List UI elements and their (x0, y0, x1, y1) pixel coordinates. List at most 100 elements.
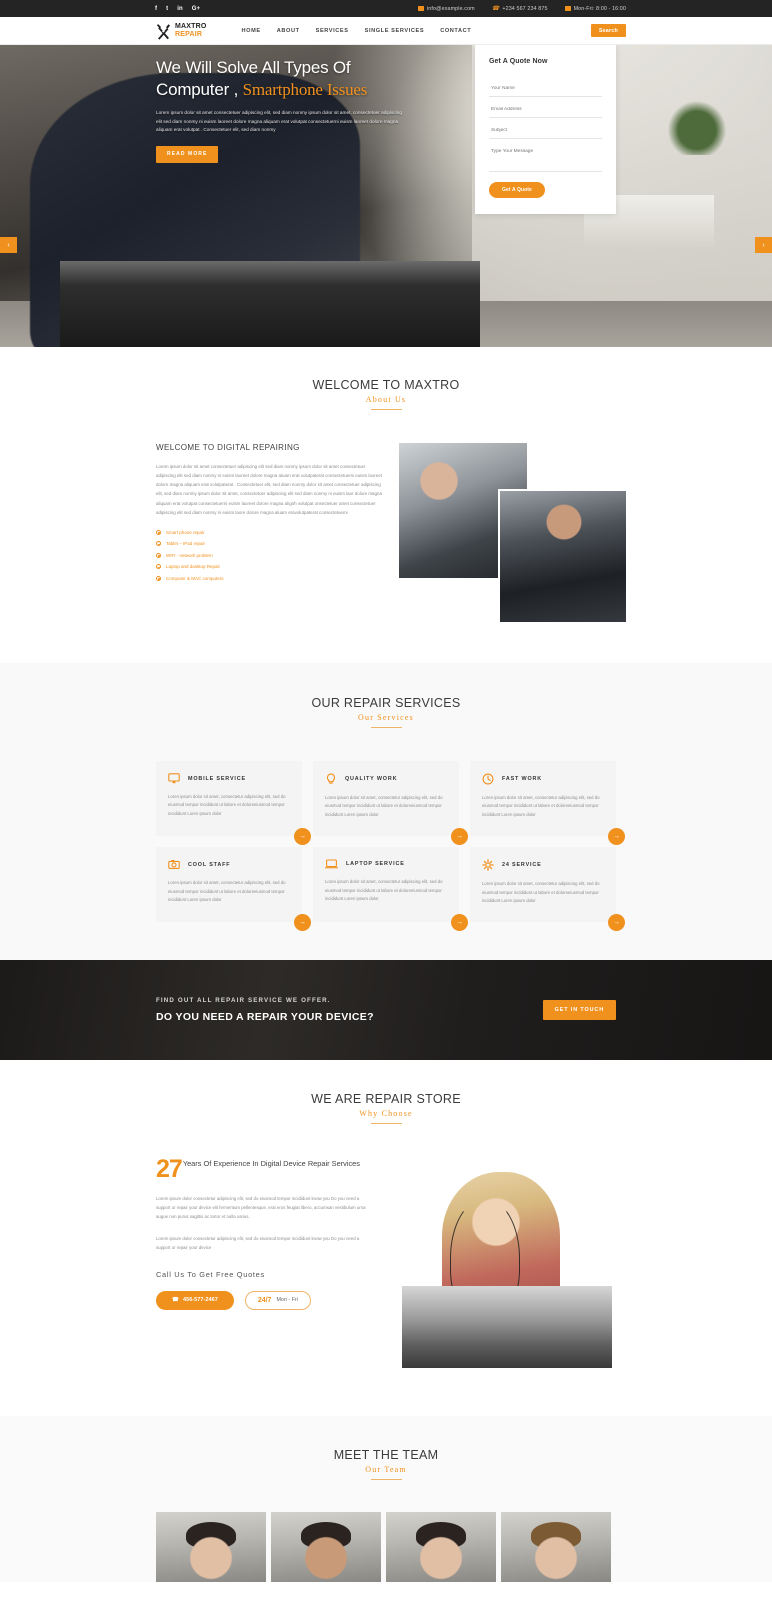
heading-rule (370, 727, 402, 728)
get-in-touch-button[interactable]: GET IN TOUCH (542, 1000, 616, 1021)
why-heading: WE ARE REPAIR STORE Why Choose (156, 1092, 616, 1125)
name-input[interactable] (489, 80, 602, 97)
get-a-quote-button[interactable]: Get A Quote (489, 182, 545, 198)
team-member-card[interactable] (386, 1512, 496, 1583)
monitor-icon (168, 773, 180, 784)
service-card-arrow-button[interactable]: → (608, 828, 625, 846)
services-heading-small: Our Services (358, 713, 414, 722)
service-card-arrow-button[interactable]: → (451, 914, 468, 932)
social-links: f t in G+ (155, 6, 200, 12)
about-images (399, 443, 628, 624)
why-heading-small: Why Choose (359, 1109, 413, 1119)
years-number: 27 (156, 1155, 183, 1184)
logo-line1: MAXTRO (175, 23, 207, 30)
avatar (501, 1512, 611, 1583)
cta-banner: FIND OUT ALL REPAIR SERVICE WE OFFER. DO… (0, 960, 772, 1061)
phone-icon: ☎ (172, 1297, 179, 1304)
why-choose-section: WE ARE REPAIR STORE Why Choose 27 Years … (0, 1060, 772, 1417)
nav-item-services[interactable]: SERVICES (316, 28, 349, 34)
team-member-card[interactable] (501, 1512, 611, 1583)
why-image (384, 1158, 616, 1376)
message-input[interactable] (489, 143, 602, 172)
list-item[interactable]: Laptop and dasktop Repair (156, 564, 382, 570)
nav-item-single-services[interactable]: SINGLE SERVICES (365, 28, 425, 34)
nav-item-contact[interactable]: CONTACT (440, 28, 471, 34)
team-section: MEET THE TEAM Our Team (0, 1416, 772, 1583)
google-plus-icon[interactable]: G+ (192, 6, 200, 12)
phone-info[interactable]: ☎ +234 567 234 875 (492, 6, 548, 12)
hero-content: We Will Solve All Types Of Computer , Sm… (156, 45, 616, 214)
quote-form: Get A Quote Now Get A Quote (475, 45, 616, 214)
twitter-icon[interactable]: t (166, 6, 168, 12)
about-heading-small: About Us (365, 395, 407, 404)
why-text-column: 27 Years Of Experience In Digital Device… (156, 1155, 370, 1376)
page-root: f t in G+ info@example.com ☎ +234 567 23… (0, 0, 772, 1583)
team-member-card[interactable] (271, 1512, 381, 1583)
linkedin-icon[interactable]: in (177, 6, 183, 12)
email-info[interactable]: info@example.com (417, 6, 475, 12)
avatar-hair (531, 1522, 581, 1549)
hero-plant (668, 93, 726, 155)
hero-desk (60, 261, 480, 347)
service-card-text: Loren ipsum dolor sit amet, consectetur … (325, 879, 443, 901)
subject-input[interactable] (489, 122, 602, 139)
service-card-arrow-button[interactable]: → (608, 914, 625, 932)
service-card-title: MOBILE SERVICE (188, 775, 246, 782)
hours-badge-label: Mon - Fri (276, 1297, 299, 1304)
service-card-fast-work[interactable]: FAST WORK Loren ipsum dolor sit amet, co… (470, 761, 625, 846)
service-card-24-service[interactable]: 24 SERVICE Loren ipsum dolor sit amet, c… (470, 847, 625, 932)
years-text: Years Of Experience In Digital Device Re… (182, 1159, 360, 1169)
hero-title-line2: Computer , (156, 80, 239, 100)
laptop-icon (325, 859, 338, 869)
services-heading: OUR REPAIR SERVICES Our Services (156, 696, 616, 728)
about-section: WELCOME TO MAXTRO About Us WELCOME TO DI… (0, 347, 772, 663)
nav-item-about[interactable]: ABOUT (277, 28, 300, 34)
lightbulb-icon (325, 773, 337, 785)
top-bar: f t in G+ info@example.com ☎ +234 567 23… (0, 0, 772, 17)
search-button[interactable]: Search (590, 24, 626, 37)
service-card-cool-staff[interactable]: COOL STAFF Loren ipsum dolor sit amet, c… (156, 847, 311, 932)
service-card-title: 24 SERVICE (502, 862, 542, 869)
service-card-laptop-service[interactable]: LAPTOP SERVICE Loren ipsum dolor sit ame… (313, 847, 468, 932)
service-card-text: Loren ipsum dolor sit amet, consectetur … (168, 794, 286, 816)
list-item[interactable]: Computer & MAC computers (156, 575, 382, 581)
service-card-arrow-button[interactable]: → (451, 828, 468, 846)
heading-rule (370, 1123, 402, 1125)
service-card-text: Loren ipsum dolor sit amet, consectetur … (325, 795, 443, 817)
logo-text: MAXTRO REPAIR (175, 23, 207, 38)
years-experience: 27 Years Of Experience In Digital Device… (156, 1155, 370, 1184)
hours-badge-value: 24/7 (257, 1296, 272, 1304)
list-item-label: Laptop and dasktop Repair (166, 564, 221, 570)
team-heading: MEET THE TEAM Our Team (156, 1448, 616, 1481)
main-nav: HOME ABOUT SERVICES SINGLE SERVICES CONT… (242, 28, 472, 34)
logo[interactable]: MAXTRO REPAIR (155, 22, 207, 40)
logo-line2: REPAIR (175, 31, 203, 38)
nav-item-home[interactable]: HOME (242, 28, 261, 34)
team-member-card[interactable] (156, 1512, 266, 1583)
read-more-button[interactable]: READ MORE (156, 145, 219, 163)
list-item[interactable]: Smart phone repair (156, 529, 382, 535)
about-image-camera (498, 489, 628, 624)
service-card-mobile-service[interactable]: MOBILE SERVICE Loren ipsum dolor sit ame… (156, 761, 311, 846)
services-heading-big: OUR REPAIR SERVICES (311, 696, 461, 710)
about-service-list: Smart phone repair Tablet – IPad repair … (156, 529, 382, 581)
hours-text: Mon-Fri: 8:00 - 16:00 (573, 5, 626, 12)
service-card-text: Loren ipsum dolor sit amet, consectetur … (168, 880, 286, 902)
services-section: OUR REPAIR SERVICES Our Services MOBILE … (0, 663, 772, 961)
heading-rule (370, 1479, 402, 1481)
check-circle-icon (156, 529, 161, 535)
about-heading-big: WELCOME TO MAXTRO (312, 378, 460, 392)
hours-badge-button[interactable]: 24/7 Mon - Fri (244, 1290, 312, 1310)
list-item[interactable]: Tablet – IPad repair (156, 541, 382, 547)
service-card-quality-work[interactable]: QUALITY WORK Loren ipsum dolor sit amet,… (313, 761, 468, 846)
list-item[interactable]: WIFI - network problem (156, 552, 382, 558)
wrench-screwdriver-icon (155, 22, 172, 40)
slider-next-button[interactable]: › (755, 237, 772, 253)
slider-prev-button[interactable]: ‹ (0, 237, 17, 253)
service-card-arrow-button[interactable]: → (294, 914, 311, 932)
avatar-hair (416, 1522, 466, 1549)
email-input[interactable] (489, 101, 602, 118)
service-card-arrow-button[interactable]: → (294, 828, 311, 846)
call-phone-button[interactable]: ☎ 456-577-2467 (156, 1290, 234, 1310)
facebook-icon[interactable]: f (155, 6, 157, 12)
